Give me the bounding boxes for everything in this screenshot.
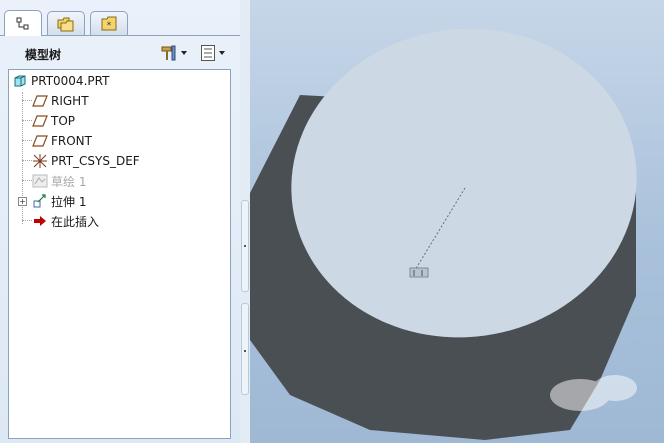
tree-settings-button[interactable] bbox=[160, 43, 187, 63]
tree-item-extrude[interactable]: 拉伸 1 bbox=[32, 191, 86, 211]
chevron-down-icon bbox=[181, 51, 187, 55]
sketch-icon bbox=[32, 173, 48, 189]
tree-connector bbox=[22, 160, 32, 161]
model-tree-tab[interactable] bbox=[4, 10, 42, 36]
tree-item-label: PRT0004.PRT bbox=[31, 74, 110, 88]
chevron-down-icon bbox=[219, 51, 225, 55]
navigator-tabs: * bbox=[0, 0, 240, 36]
tree-item-part[interactable]: PRT0004.PRT bbox=[12, 71, 109, 91]
datum-plane-icon bbox=[32, 133, 48, 149]
tree-item-right[interactable]: RIGHT bbox=[32, 91, 89, 111]
csys-marker bbox=[409, 267, 429, 278]
cylinder-model bbox=[250, 28, 637, 440]
tree-item-label: 拉伸 1 bbox=[51, 194, 87, 209]
tree-item-label: FRONT bbox=[51, 134, 92, 148]
coordinate-system-icon bbox=[32, 153, 48, 169]
tree-item-top[interactable]: TOP bbox=[32, 111, 75, 131]
graphics-viewport[interactable] bbox=[250, 0, 664, 443]
datum-plane-icon bbox=[32, 93, 48, 109]
tree-item-insert-here[interactable]: 在此插入 bbox=[32, 211, 99, 231]
list-show-icon bbox=[201, 45, 215, 61]
extrude-icon bbox=[32, 193, 48, 209]
tree-connector bbox=[22, 140, 32, 141]
folder-browser-tab[interactable] bbox=[47, 11, 85, 35]
tree-item-csys[interactable]: PRT_CSYS_DEF bbox=[32, 151, 140, 171]
tree-show-button[interactable] bbox=[200, 43, 225, 63]
tree-item-label: 草绘 1 bbox=[51, 174, 87, 189]
hammer-settings-icon bbox=[161, 45, 176, 61]
expand-toggle[interactable]: + bbox=[18, 197, 27, 206]
tree-item-label: TOP bbox=[51, 114, 76, 128]
folder-icon bbox=[57, 17, 74, 31]
tree-connector bbox=[22, 120, 32, 121]
star-folder-icon: * bbox=[101, 16, 117, 31]
part-icon bbox=[12, 73, 28, 89]
navigator-panel: * 模型树 PRT0004.PRT RIGHT TOP FRONT PRT_CS… bbox=[0, 0, 241, 443]
tree-item-front[interactable]: FRONT bbox=[32, 131, 92, 151]
model-tree-header: 模型树 bbox=[0, 40, 240, 66]
tree-item-label: 在此插入 bbox=[51, 214, 100, 229]
model-tree-icon bbox=[16, 17, 29, 29]
tree-connector bbox=[22, 180, 32, 181]
model-tree: PRT0004.PRT RIGHT TOP FRONT PRT_CSYS_DEF bbox=[8, 69, 231, 439]
model-tree-title: 模型树 bbox=[25, 48, 62, 62]
splitter-grip-upper[interactable] bbox=[241, 200, 249, 292]
insert-here-arrow-icon bbox=[32, 213, 48, 229]
tree-item-label: PRT_CSYS_DEF bbox=[51, 154, 140, 168]
svg-text:*: * bbox=[107, 21, 112, 31]
datum-plane-icon bbox=[32, 113, 48, 129]
tree-item-label: RIGHT bbox=[51, 94, 89, 108]
tree-item-sketch[interactable]: 草绘 1 bbox=[32, 171, 86, 191]
tree-connector bbox=[22, 220, 32, 221]
splitter-grip-lower[interactable] bbox=[241, 303, 249, 395]
tree-connector bbox=[22, 100, 32, 101]
favorites-tab[interactable]: * bbox=[90, 11, 128, 35]
panel-splitter[interactable] bbox=[240, 0, 250, 443]
